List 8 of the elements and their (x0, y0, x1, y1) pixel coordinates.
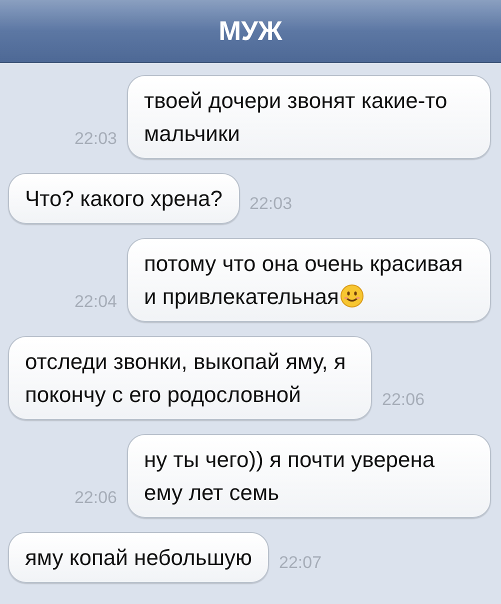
message-bubble: твоей дочери звонят какие-то мальчики (127, 75, 491, 159)
message-bubble: отследи звонки, выкопай яму, я покончу с его родословной (8, 336, 372, 420)
message-bubble: Что? какого хрена? (8, 173, 240, 224)
message-bubble: потому что она очень красивая и привлекательная (127, 238, 491, 322)
message-bubble: ну ты чего)) я почти уверена ему лет семь (127, 434, 491, 518)
message-bubble: яму копай небольшую (8, 532, 269, 583)
contact-name: МУЖ (218, 16, 282, 46)
smiley-icon (340, 284, 364, 308)
